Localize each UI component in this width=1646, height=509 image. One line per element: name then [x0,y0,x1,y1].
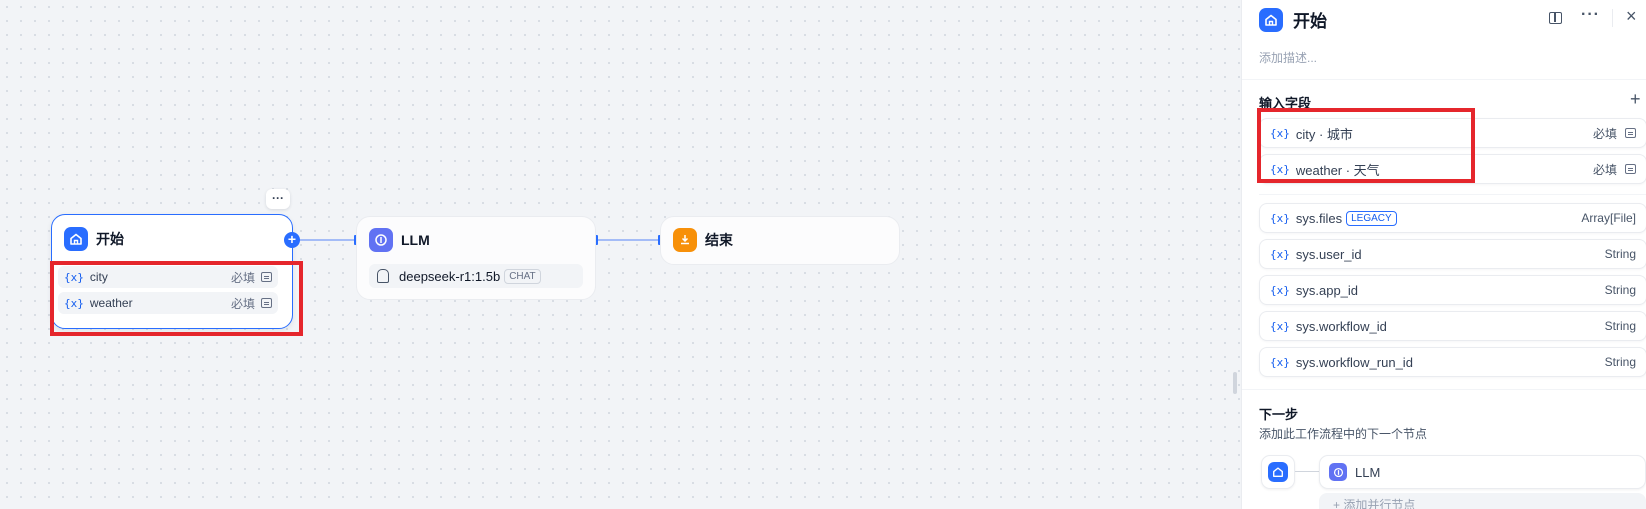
system-var-name: sys.workflow_run_id [1295,354,1413,370]
system-var-type: String [1604,283,1636,297]
close-icon[interactable]: × [1626,7,1637,25]
divider [1242,79,1646,80]
system-var-name: sys.app_id [1295,282,1359,298]
start-node-title: 开始 [96,231,124,247]
variable-icon: {x} [1270,211,1290,225]
next-node-llm[interactable]: LLM [1319,455,1646,489]
add-parallel-node-button[interactable]: + 添加并行节点 [1319,493,1646,509]
required-label: 必填 [1592,162,1617,177]
next-step-connector [1295,471,1319,472]
system-var-row[interactable]: {x} sys.workflow_id String [1259,311,1646,341]
split-view-icon[interactable] [1549,12,1562,24]
more-icon: ··· [272,191,284,205]
system-var-type: String [1604,319,1636,333]
edge-start-llm [293,239,354,241]
model-provider-icon [377,269,389,283]
llm-node[interactable]: LLM deepseek-r1:1.5b CHAT [356,216,596,300]
model-name: deepseek-r1:1.5b [399,268,501,284]
system-var-name: sys.files [1295,210,1343,226]
system-var-type: String [1604,355,1636,369]
variable-icon: {x} [1270,283,1290,297]
next-step-subtitle: 添加此工作流程中的下一个节点 [1259,427,1428,441]
add-input-field-button[interactable]: + [1630,89,1641,110]
divider [1242,389,1646,390]
legacy-badge: LEGACY [1346,210,1397,226]
model-mode-badge: CHAT [504,268,541,284]
home-icon [64,227,88,251]
home-icon [1268,462,1288,482]
llm-icon [369,228,393,252]
system-var-type: String [1604,247,1636,261]
add-next-node-icon[interactable]: + [284,232,300,248]
node-config-panel: 开始 ··· × 添加描述... 输入字段 + {x} city · 城市 必填… [1241,0,1646,509]
highlight-box-panel [1257,108,1475,183]
system-var-row[interactable]: {x} sys.user_id String [1259,239,1646,269]
next-step-title: 下一步 [1259,407,1299,422]
panel-title[interactable]: 开始 [1293,7,1327,32]
workflow-canvas[interactable]: ··· 开始 {x} city 必填 {x} weather 必填 + LLM … [0,0,1240,509]
variable-icon: {x} [1270,247,1290,261]
current-node-chip [1261,455,1295,489]
node-more-button[interactable]: ··· [266,189,290,209]
system-var-row[interactable]: {x} sys.files LEGACY Array[File] [1259,203,1646,233]
llm-node-title: LLM [401,232,430,248]
text-input-icon [1625,128,1636,138]
variable-icon: {x} [1270,319,1290,333]
description-input[interactable]: 添加描述... [1259,49,1317,66]
text-input-icon [1625,164,1636,174]
highlight-box-canvas [50,261,303,336]
panel-header: 开始 [1259,7,1327,32]
end-node[interactable]: 结束 [660,216,900,265]
home-icon [1259,7,1283,32]
llm-icon [1329,463,1347,481]
divider [1259,194,1646,195]
system-var-type: Array[File] [1581,211,1636,225]
model-selector[interactable]: deepseek-r1:1.5b CHAT [369,264,583,288]
more-options-icon[interactable]: ··· [1581,6,1600,24]
header-separator [1612,9,1613,27]
end-icon [673,228,697,252]
system-var-name: sys.workflow_id [1295,318,1387,334]
system-var-name: sys.user_id [1295,246,1362,262]
end-node-title: 结束 [705,232,733,248]
system-var-row[interactable]: {x} sys.app_id String [1259,275,1646,305]
panel-resize-handle[interactable] [1233,372,1237,394]
variable-icon: {x} [1270,355,1290,369]
edge-llm-end [596,239,659,241]
next-node-label: LLM [1355,464,1381,480]
system-var-row[interactable]: {x} sys.workflow_run_id String [1259,347,1646,377]
required-label: 必填 [1592,126,1617,141]
